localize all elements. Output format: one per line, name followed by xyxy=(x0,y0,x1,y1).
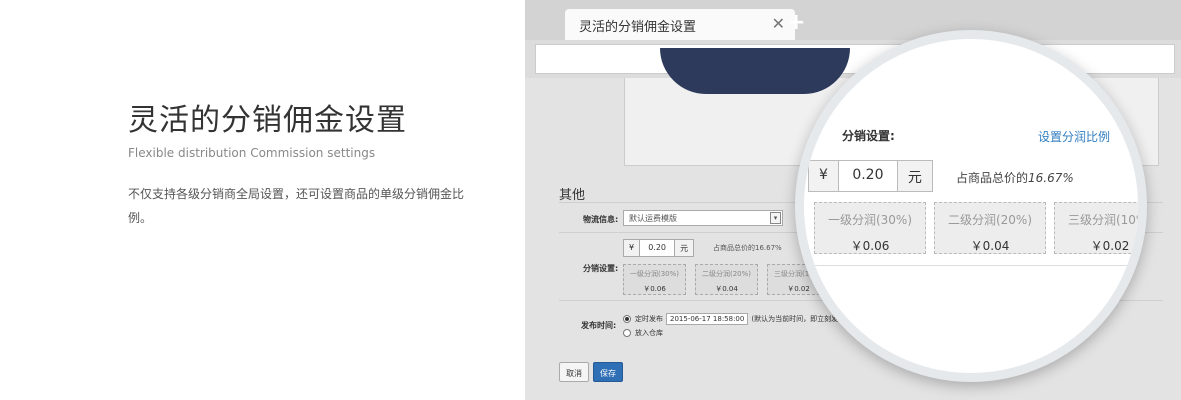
share-box-level1: 一级分润(30%) ￥0.06 xyxy=(623,264,686,295)
share-box-level3: 三级分润(10%) ￥0.02 xyxy=(1054,202,1147,254)
page: 灵活的分销佣金设置 Flexible distribution Commissi… xyxy=(0,0,1181,400)
tab-bar: 灵活的分销佣金设置 ✕ + xyxy=(525,0,1181,40)
browser-tab[interactable]: 灵活的分销佣金设置 ✕ xyxy=(565,9,795,40)
unit-label: 元 xyxy=(674,239,695,257)
share-box-level2: 二级分润(20%) ￥0.04 xyxy=(934,202,1046,254)
logistics-select-value: 默认运费模版 xyxy=(629,214,677,223)
new-tab-icon[interactable]: + xyxy=(787,10,805,35)
share-label: 一级分润(30%) xyxy=(629,270,680,278)
intro-description: 不仅支持各级分销商全局设置，还可设置商品的单级分销佣金比例。 xyxy=(128,187,465,225)
set-share-ratio-link[interactable]: 设置分润比例 xyxy=(1038,128,1110,145)
price-input-group: ¥ 0.20 元 xyxy=(808,160,933,192)
percent-hint-value: 16.67% xyxy=(1028,171,1074,185)
share-amount: ￥0.02 xyxy=(1090,239,1130,253)
price-input-group: ¥ 0.20 元 xyxy=(623,239,695,257)
publish-label: 发布时间: xyxy=(581,321,617,330)
magnifier-lens: 分销设置: 设置分润比例 ¥ 0.20 元 占商品总价的16.67% 一级分润(… xyxy=(795,30,1147,382)
cancel-button[interactable]: 取消 xyxy=(559,362,589,382)
intro-title: 灵活的分销佣金设置 xyxy=(128,103,407,138)
publish-warehouse-option[interactable]: 放入仓库 xyxy=(623,328,663,338)
currency-symbol: ¥ xyxy=(808,160,839,192)
share-label: 二级分润(20%) xyxy=(701,270,752,278)
price-input[interactable]: 0.20 xyxy=(838,160,897,192)
intro-section: 灵活的分销佣金设置 Flexible distribution Commissi… xyxy=(128,100,488,230)
percent-hint-prefix: 占商品总价的 xyxy=(956,171,1029,185)
price-input[interactable]: 0.20 xyxy=(640,239,675,257)
share-label: 二级分润(20%) xyxy=(947,213,1033,227)
radio-button[interactable] xyxy=(623,329,631,337)
share-box-level2: 二级分润(20%) ￥0.04 xyxy=(695,264,758,295)
share-amount: ￥0.04 xyxy=(715,285,738,293)
share-box-level1: 一级分润(30%) ￥0.06 xyxy=(814,202,926,254)
section-title: 其他 xyxy=(559,188,586,203)
divider xyxy=(804,265,1138,266)
publish-option-label: 定时发布 xyxy=(635,315,663,323)
publish-datetime-input[interactable]: 2015-06-17 18:58:00 xyxy=(666,313,749,325)
tab-title: 灵活的分销佣金设置 xyxy=(579,20,697,35)
share-label: 三级分润(10%) xyxy=(1067,213,1147,227)
save-button[interactable]: 保存 xyxy=(593,362,623,382)
share-amount: ￥0.06 xyxy=(850,239,890,253)
commission-label: 分销设置: xyxy=(583,264,619,273)
close-icon[interactable]: ✕ xyxy=(772,14,785,33)
share-amount: ￥0.06 xyxy=(643,285,666,293)
chevron-down-icon: ▾ xyxy=(770,212,781,224)
logistics-select[interactable]: 默认运费模版 ▾ xyxy=(623,210,783,226)
currency-symbol: ¥ xyxy=(623,239,641,257)
share-amount: ￥0.04 xyxy=(970,239,1010,253)
logistics-label: 物流信息: xyxy=(583,215,619,224)
percent-hint: 占商品总价的16.67% xyxy=(713,244,782,252)
unit-label: 元 xyxy=(896,160,933,192)
radio-button[interactable] xyxy=(623,315,631,323)
publish-option-label: 放入仓库 xyxy=(635,329,663,337)
magnified-area: 分销设置: 设置分润比例 ¥ 0.20 元 占商品总价的16.67% 一级分润(… xyxy=(804,39,1138,373)
share-label: 一级分润(30%) xyxy=(827,213,913,227)
commission-label: 分销设置: xyxy=(842,129,895,143)
intro-subtitle: Flexible distribution Commission setting… xyxy=(128,146,376,160)
percent-hint: 占商品总价的16.67% xyxy=(956,169,1074,186)
